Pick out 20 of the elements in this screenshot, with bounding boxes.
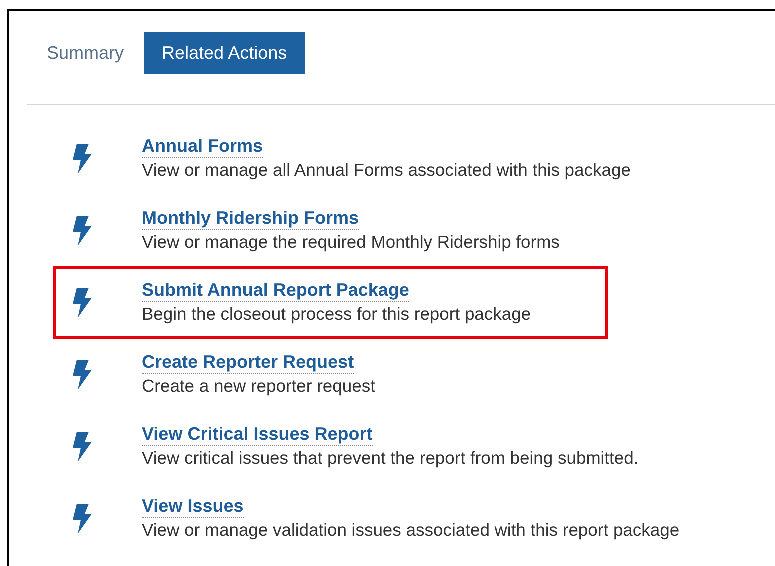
action-link[interactable]: Create Reporter Request — [142, 351, 354, 374]
lightning-icon — [71, 430, 93, 462]
action-description: Begin the closeout process for this report package — [142, 303, 532, 326]
action-link[interactable]: View Critical Issues Report — [142, 423, 373, 446]
action-description: View critical issues that prevent the report from being submitted. — [142, 447, 639, 470]
lightning-icon — [71, 286, 93, 318]
action-link[interactable]: Monthly Ridership Forms — [142, 207, 360, 230]
action-description: View or manage the required Monthly Ridership forms — [142, 231, 560, 254]
action-description: View or manage validation issues associated with this report package — [142, 519, 680, 542]
tab[interactable]: Related Actions — [144, 32, 306, 74]
action-description: View or manage all Annual Forms associated with this package — [142, 159, 631, 182]
lightning-icon — [71, 214, 93, 246]
action-link[interactable]: Annual Forms — [142, 135, 264, 158]
lightning-icon — [71, 142, 93, 174]
action-description: Create a new reporter request — [142, 375, 376, 398]
tab[interactable]: Summary — [43, 32, 128, 74]
action-link[interactable]: View Issues — [142, 495, 244, 518]
action-link[interactable]: Submit Annual Report Package — [142, 279, 410, 302]
lightning-icon — [71, 502, 93, 534]
lightning-icon — [71, 358, 93, 390]
